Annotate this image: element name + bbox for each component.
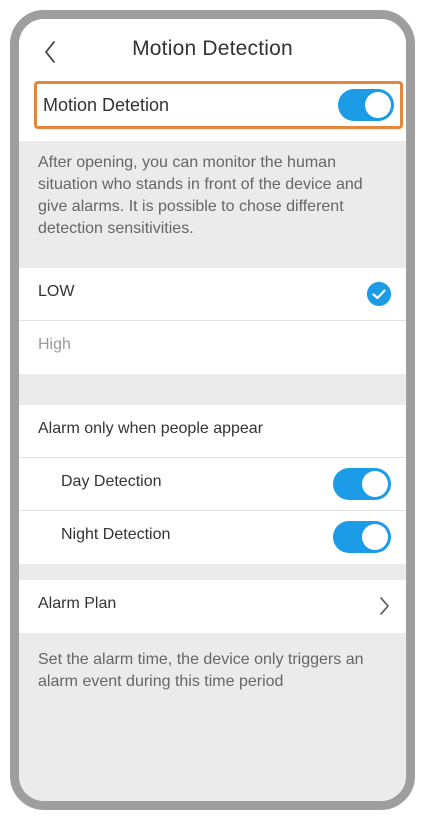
night-detection-label: Night Detection xyxy=(61,526,171,543)
page-title: Motion Detection xyxy=(132,37,293,60)
sensitivity-list: LOW High xyxy=(19,268,406,374)
check-circle-icon xyxy=(367,282,391,306)
header: Motion Detection Motion Detetion xyxy=(19,19,406,141)
screen: Motion Detection Motion Detetion After o… xyxy=(19,19,406,801)
toggle-knob xyxy=(362,471,388,497)
alarm-people-header-row: Alarm only when people appear xyxy=(19,405,406,458)
sensitivity-option-high[interactable]: High xyxy=(19,321,406,374)
night-detection-toggle[interactable] xyxy=(333,521,391,553)
alarm-plan-list: Alarm Plan xyxy=(19,580,406,633)
motion-detection-label: Motion Detetion xyxy=(43,95,170,115)
alarm-people-label: Alarm only when people appear xyxy=(38,420,264,437)
toggle-knob xyxy=(362,524,388,550)
day-detection-label: Day Detection xyxy=(61,473,162,490)
chevron-right-icon xyxy=(380,597,389,615)
sensitivity-label-high: High xyxy=(38,336,71,353)
motion-detection-row: Motion Detetion xyxy=(34,81,403,129)
sensitivity-label-low: LOW xyxy=(38,283,75,300)
day-detection-toggle[interactable] xyxy=(333,468,391,500)
alarm-plan-label: Alarm Plan xyxy=(38,595,117,612)
motion-detection-description: After opening, you can monitor the human… xyxy=(38,154,363,237)
day-detection-row: Day Detection xyxy=(19,458,406,511)
sensitivity-option-low[interactable]: LOW xyxy=(19,268,406,321)
alarm-plan-description: Set the alarm time, the device only trig… xyxy=(38,651,364,690)
toggle-knob xyxy=(365,92,391,118)
phone-frame: Motion Detection Motion Detetion After o… xyxy=(10,10,415,810)
alarm-people-list: Alarm only when people appear Day Detect… xyxy=(19,405,406,564)
motion-detection-toggle[interactable] xyxy=(338,89,394,121)
alarm-plan-row[interactable]: Alarm Plan xyxy=(19,580,406,633)
night-detection-row: Night Detection xyxy=(19,511,406,564)
